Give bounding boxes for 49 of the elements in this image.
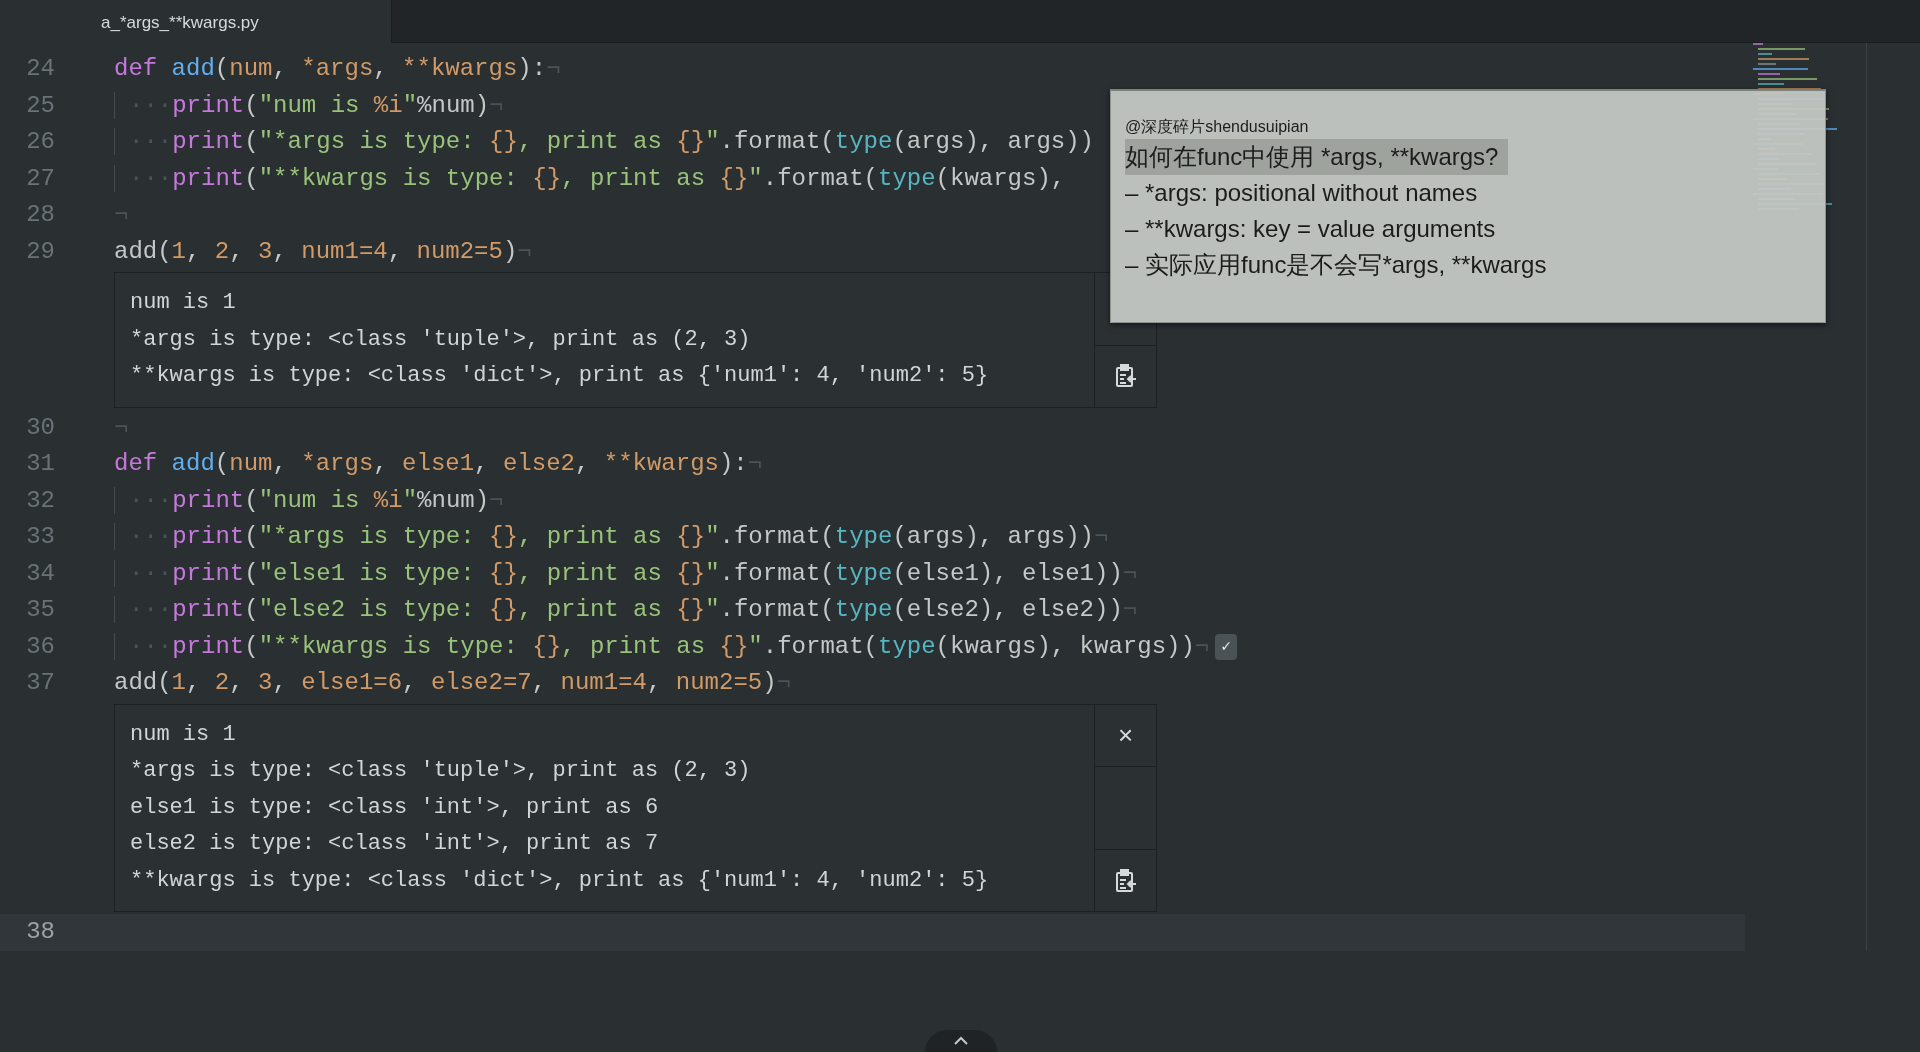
chevron-up-icon xyxy=(954,1036,968,1045)
line-number: 38 xyxy=(25,917,55,948)
output-line: *args is type: <class 'tuple'>, print as (2, 3) xyxy=(130,325,752,354)
code-line: ···print("num is %i"%num)¬ xyxy=(114,87,504,124)
output-line: num is 1 xyxy=(130,720,237,749)
scroll-up-button[interactable] xyxy=(925,1030,997,1052)
code-line: def add(num, *args, else1, else2, **kwargs):¬ xyxy=(114,449,763,480)
output-line: else1 is type: <class 'int'>, print as 6 xyxy=(130,793,660,822)
note-line: – 实际应用func是不会写*args, **kwargs xyxy=(1125,250,1548,280)
note-heading: 如何在func中使用 *args, **kwargs? xyxy=(1125,139,1509,175)
code-line: add(1, 2, 3, num1=4, num2=5)¬ xyxy=(114,236,532,267)
line-number: 26 xyxy=(25,127,55,158)
line-number: 29 xyxy=(25,236,55,267)
output-line: else2 is type: <class 'int'>, print as 7 xyxy=(130,830,660,858)
output-line: num is 1 xyxy=(130,289,237,317)
clipboard-icon xyxy=(1114,364,1137,388)
code-line: ···print("**kwargs is type: {}, print as {}".format(type(kwargs), kwargs))¬ xyxy=(114,628,1210,665)
note-handle: @深度碎片shendusuipian xyxy=(1125,117,1309,137)
line-number: 33 xyxy=(25,522,55,553)
code-line: ···print("*args is type: {}, print as {}".format(type(args), args))¬ xyxy=(114,519,1109,556)
line-number: 25 xyxy=(25,90,55,121)
note-line: – **kwargs: key = value arguments xyxy=(1125,214,1497,244)
line-number: 36 xyxy=(25,631,55,662)
line-number: 31 xyxy=(25,449,55,480)
line-number: 37 xyxy=(25,668,55,699)
code-line: ···print("else2 is type: {}, print as {}".format(type(else2), else2))¬ xyxy=(114,592,1138,629)
output-line: *args is type: <class 'tuple'>, print as (2, 3) xyxy=(130,757,752,785)
line-number: 35 xyxy=(25,595,55,626)
code-line: ¬ xyxy=(114,200,129,231)
line-number: 34 xyxy=(25,558,55,589)
line-number: 27 xyxy=(25,163,55,194)
file-tab[interactable]: a_*args_**kwargs.py xyxy=(0,0,392,43)
output-line: **kwargs is type: <class 'dict'>, print as {'num1': 4, 'num2': 5} xyxy=(130,362,990,390)
code-line: ¬ xyxy=(114,412,129,443)
output-line: **kwargs is type: <class 'dict'>, print as {'num1': 4, 'num2': 5} xyxy=(130,866,990,895)
code-line: ···print("else1 is type: {}, print as {}".format(type(else1), else1))¬ xyxy=(114,555,1138,592)
line-number: 24 xyxy=(25,54,55,85)
code-line: add(1, 2, 3, else1=6, else2=7, num1=4, num2=5)¬ xyxy=(114,668,791,699)
line-number: 28 xyxy=(25,200,55,231)
code-line: ···print("*args is type: {}, print as {}".format(type(args), args)) xyxy=(114,124,1094,161)
note-line: – *args: positional without names xyxy=(1125,178,1479,208)
line-number: 30 xyxy=(25,412,55,443)
close-button[interactable]: × xyxy=(1095,704,1156,767)
code-line: def add(num, *args, **kwargs):¬ xyxy=(114,54,561,85)
code-line: ···print("**kwargs is type: {}, print as {}".format(type(kwargs), xyxy=(114,160,1066,197)
line-number: 32 xyxy=(25,485,55,516)
clipboard-icon xyxy=(1114,868,1137,893)
run-status-button[interactable]: ✓ xyxy=(1215,633,1237,660)
code-line: ···print("num is %i"%num)¬ xyxy=(114,482,504,519)
